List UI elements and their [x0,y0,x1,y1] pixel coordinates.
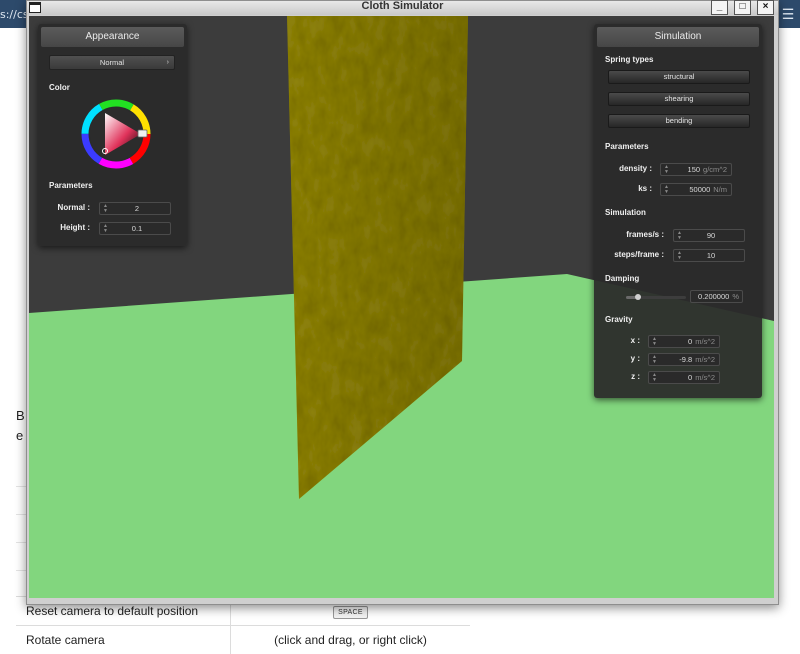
stepper-arrows-icon[interactable]: ▲▼ [103,204,108,214]
reader-list-icon[interactable]: ☰ [778,4,798,24]
hue-picker-handle[interactable] [138,130,147,137]
ks-input[interactable]: ▲▼ 50000N/m [660,183,732,196]
stepper-arrows-icon[interactable]: ▲▼ [677,231,682,241]
stepper-arrows-icon[interactable]: ▲▼ [652,373,657,383]
frames-per-second-value: 90 [692,230,730,241]
steps-per-frame-value: 10 [692,250,730,261]
gravity-x-value: 0m/s^2 [667,336,715,347]
stepper-arrows-icon[interactable]: ▲▼ [652,337,657,347]
gravity-z-input[interactable]: ▲▼ 0m/s^2 [648,371,720,384]
damping-value: 0.200000% [693,291,739,302]
appearance-panel: Appearance Normal › Color Parameters Nor… [38,24,187,246]
table-cell-action: Rotate camera [16,626,231,654]
stepper-arrows-icon[interactable]: ▲▼ [677,251,682,261]
simulation-section-label: Simulation [605,208,646,217]
frames-per-second-input[interactable]: ▲▼ 90 [673,229,745,242]
gravity-z-unit: m/s^2 [695,373,715,382]
stepper-arrows-icon[interactable]: ▲▼ [652,355,657,365]
bending-spring-toggle[interactable]: bending [608,114,750,128]
gravity-y-label: y : [600,354,640,363]
normal-value: 2 [118,203,156,214]
normal-input[interactable]: ▲▼ 2 [99,202,171,215]
browser-url-fragment[interactable]: s://cs [0,8,29,21]
chevron-right-icon: › [167,56,169,69]
shearing-spring-toggle[interactable]: shearing [608,92,750,106]
height-input[interactable]: ▲▼ 0.1 [99,222,171,235]
damping-input[interactable]: 0.200000% [690,290,743,303]
frames-per-second-label: frames/s : [600,230,664,239]
damping-unit: % [732,292,739,301]
maximize-button[interactable]: □ [734,0,751,15]
appearance-parameters-label: Parameters [49,181,93,190]
damping-label: Damping [605,274,639,283]
gravity-y-input[interactable]: ▲▼ -9.8m/s^2 [648,353,720,366]
steps-per-frame-label: steps/frame : [600,250,664,259]
window-title: Cloth Simulator [27,0,778,12]
gravity-x-unit: m/s^2 [695,337,715,346]
gravity-z-value: 0m/s^2 [667,372,715,383]
stepper-arrows-icon[interactable]: ▲▼ [664,185,669,195]
simulation-panel: Simulation Spring types structural shear… [594,24,762,398]
table-row: Rotate camera (click and drag, or right … [16,626,470,654]
density-input[interactable]: ▲▼ 150g/cm^2 [660,163,732,176]
gravity-label: Gravity [605,315,633,324]
stepper-arrows-icon[interactable]: ▲▼ [103,224,108,234]
gravity-y-value: -9.8m/s^2 [667,354,715,365]
structural-spring-toggle[interactable]: structural [608,70,750,84]
height-label: Height : [44,223,90,232]
gravity-y-unit: m/s^2 [695,355,715,364]
page-text-fragment: e [16,428,23,443]
density-unit: g/cm^2 [703,165,727,174]
spring-parameters-label: Parameters [605,142,649,151]
density-value: 150g/cm^2 [679,164,727,175]
close-button[interactable]: × [757,0,774,15]
density-label: density : [600,164,652,173]
simulation-panel-header[interactable]: Simulation [597,27,759,47]
spring-types-label: Spring types [605,55,653,64]
steps-per-frame-input[interactable]: ▲▼ 10 [673,249,745,262]
gravity-x-label: x : [600,336,640,345]
window-titlebar[interactable]: Cloth Simulator _ □ × [27,1,778,15]
stepper-arrows-icon[interactable]: ▲▼ [664,165,669,175]
ks-label: ks : [600,184,652,193]
key-badge: SPACE [333,606,368,619]
appearance-panel-header[interactable]: Appearance [41,27,184,47]
minimize-button[interactable]: _ [711,0,728,15]
shader-mode-value: Normal [100,58,124,67]
height-value: 0.1 [118,223,156,234]
ks-unit: N/m [713,185,727,194]
gravity-z-label: z : [600,372,640,381]
damping-slider[interactable] [626,296,686,299]
color-wheel[interactable] [81,99,151,169]
page-text-fragment: B [16,408,25,423]
shader-mode-dropdown[interactable]: Normal › [49,55,175,70]
color-section-label: Color [49,83,70,92]
gravity-x-input[interactable]: ▲▼ 0m/s^2 [648,335,720,348]
normal-label: Normal : [44,203,90,212]
damping-slider-handle[interactable] [635,294,641,300]
ks-value: 50000N/m [679,184,727,195]
table-cell-key: (click and drag, or right click) [231,626,471,654]
